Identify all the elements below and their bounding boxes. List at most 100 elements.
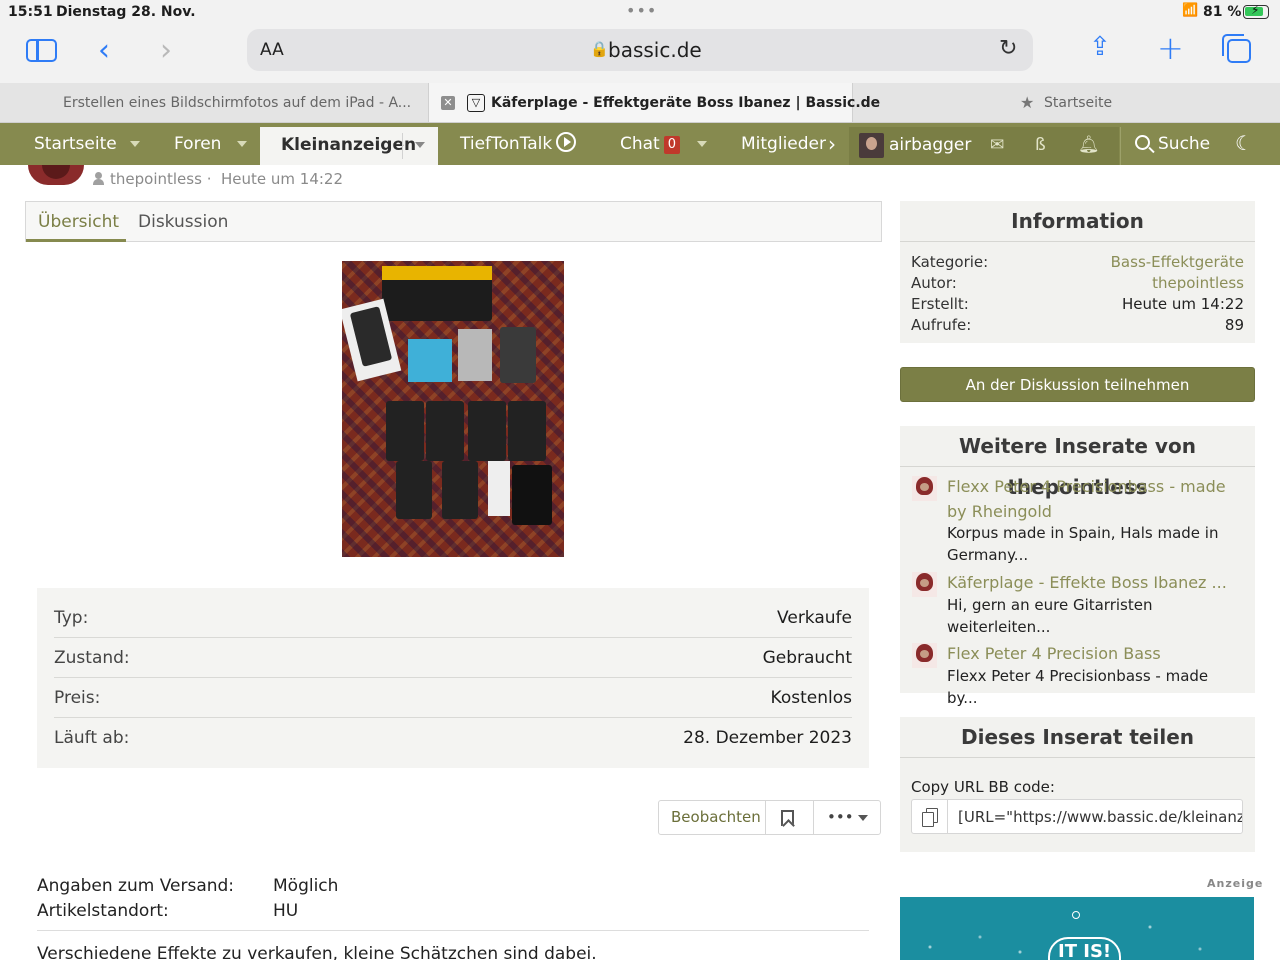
nav-kleinanzeigen-label: Kleinanzeigen (281, 135, 417, 155)
wifi-icon: 📶 (1182, 3, 1199, 18)
battery-percent: 81 % (1203, 4, 1242, 20)
chevron-right-icon[interactable]: › (828, 123, 836, 165)
browser-tab-2-active[interactable]: ✕ ▽ Käferplage - Effektgeräte Boss Ibane… (428, 83, 880, 122)
search-button[interactable]: Suche (1135, 123, 1210, 165)
chevron-down-icon[interactable] (130, 141, 140, 147)
info-key: Autor: (911, 274, 957, 292)
detail-row: Preis: Kostenlos (54, 668, 852, 718)
more-options-button[interactable]: ••• (813, 801, 881, 834)
chevron-down-icon (857, 815, 868, 821)
status-time: 15:51 (8, 4, 53, 20)
detail-value: 28. Dezember 2023 (683, 728, 852, 748)
share-url-value[interactable]: [URL="https://www.bassic.de/kleinanze (958, 808, 1242, 826)
search-icon (1135, 135, 1150, 150)
ornament-icon (1072, 911, 1080, 919)
shipping-row: Angaben zum Versand: Möglich (37, 876, 338, 896)
listing-link[interactable]: Käferplage - Effekte Boss Ibanez ... (947, 570, 1242, 595)
nav-mitglieder[interactable]: Mitglieder (741, 123, 826, 165)
listing-author[interactable]: thepointless (110, 170, 202, 188)
search-label: Suche (1158, 134, 1211, 154)
ellipsis-icon: ••• (827, 808, 854, 826)
tab-diskussion[interactable]: Diskussion (138, 212, 228, 232)
info-value: 89 (1224, 316, 1244, 334)
detail-key: Preis: (54, 688, 101, 708)
multitasking-dots-icon[interactable]: ••• (626, 1, 657, 20)
listing-link[interactable]: Flex Peter 4 Precision Bass (947, 641, 1242, 666)
nav-startseite[interactable]: Startseite (34, 123, 117, 165)
author-link[interactable]: thepointless (1152, 274, 1244, 292)
play-icon (556, 132, 577, 152)
site-nav: Startseite Foren Kleinanzeigen TiefTonTa… (0, 123, 1280, 165)
bassic-b-icon[interactable]: ß (1035, 135, 1046, 155)
tab-uebersicht[interactable]: Übersicht (38, 212, 119, 232)
share-title: Dieses Inserat teilen (900, 717, 1255, 758)
shipping-key: Artikelstandort: (37, 901, 169, 921)
chevron-down-icon[interactable] (415, 142, 425, 148)
back-arrow-icon[interactable]: ‹ (98, 36, 110, 66)
nav-chat-label: Chat (620, 134, 660, 154)
avatar[interactable] (28, 165, 84, 185)
info-row: Erstellt: Heute um 14:22 (911, 295, 1244, 316)
url-host[interactable]: bassic.de (608, 38, 702, 62)
info-key: Kategorie: (911, 253, 989, 271)
listing-link[interactable]: Flexx Peter 4 Precisionbass - made by Rh… (947, 474, 1242, 524)
nav-foren[interactable]: Foren (174, 123, 221, 165)
browser-tab-3[interactable]: ★ Startseite (854, 83, 1280, 122)
ad-text: IT IS! (1048, 937, 1122, 960)
detail-value: Kostenlos (770, 688, 852, 708)
detail-key: Läuft ab: (54, 728, 130, 748)
info-key: Aufrufe: (911, 316, 972, 334)
bell-icon[interactable]: 🔔︎ (1078, 135, 1100, 155)
reload-icon[interactable]: ↻ (999, 36, 1017, 61)
info-row: Autor: thepointless (911, 274, 1244, 295)
user-menu[interactable]: airbagger ✉ ß 🔔︎ (849, 127, 1119, 165)
detail-row: Typ: Verkaufe (54, 588, 852, 638)
close-tab-icon[interactable]: ✕ (441, 96, 455, 110)
copy-icon[interactable] (912, 800, 948, 833)
ad-label: Anzeige (1207, 877, 1264, 890)
nav-kleinanzeigen[interactable]: Kleinanzeigen (260, 127, 438, 165)
category-link[interactable]: Bass-Effektgeräte (1111, 253, 1244, 271)
inbox-icon[interactable]: ✉ (990, 135, 1004, 155)
address-bar[interactable]: AA 🔒 bassic.de ↻ (247, 29, 1033, 71)
bookmark-button[interactable] (765, 801, 813, 834)
tab-overview-icon[interactable] (1222, 34, 1251, 63)
browser-tab-label: Käferplage - Effektgeräte Boss Ibanez | … (491, 95, 881, 111)
user-name[interactable]: airbagger (889, 135, 971, 155)
nav-tieftontalk[interactable]: TiefTonTalk (460, 123, 577, 165)
info-title: Information (900, 201, 1255, 242)
sidebar-toggle-icon[interactable] (26, 39, 57, 62)
listing-snippet: Hi, gern an eure Gitarristen weiterleite… (947, 596, 1153, 636)
shipping-value: Möglich (273, 876, 339, 896)
detail-row: Läuft ab: 28. Dezember 2023 (54, 708, 852, 748)
detail-key: Typ: (54, 608, 89, 628)
browser-tab-1[interactable]: Erstellen eines Bildschirmfotos auf dem … (0, 83, 427, 122)
tab-strip: Erstellen eines Bildschirmfotos auf dem … (0, 83, 1280, 123)
listing-snippet: Korpus made in Spain, Hals made in Germa… (947, 524, 1219, 564)
share-url-field[interactable]: [URL="https://www.bassic.de/kleinanze (911, 799, 1243, 834)
forward-arrow-icon[interactable]: › (160, 36, 172, 66)
chevron-down-icon[interactable] (237, 141, 247, 147)
join-discussion-button[interactable]: An der Diskussion teilnehmen (900, 367, 1255, 402)
reader-aa-button[interactable]: AA (260, 40, 284, 60)
chevron-down-icon[interactable] (697, 141, 707, 147)
lock-icon: 🔒 (590, 40, 609, 58)
info-block: Information Kategorie: Bass-Effektgeräte… (900, 201, 1255, 343)
nav-chat[interactable]: Chat 0 (620, 123, 681, 165)
share-icon[interactable]: ⇪ (1089, 34, 1111, 60)
info-row: Aufrufe: 89 (911, 316, 1244, 337)
ad-banner[interactable]: IT IS! (900, 897, 1254, 960)
status-date: Dienstag 28. Nov. (56, 4, 196, 20)
new-tab-icon[interactable]: + (1157, 32, 1184, 64)
avatar[interactable] (912, 643, 937, 668)
avatar[interactable] (912, 572, 937, 597)
status-bar: 15:51 Dienstag 28. Nov. ••• 📶 81 % ⚡ (0, 0, 1280, 24)
avatar[interactable] (859, 133, 884, 158)
avatar[interactable] (912, 476, 937, 501)
listing-photo[interactable] (342, 261, 564, 557)
moon-icon[interactable]: ☾ (1235, 131, 1253, 155)
listing-time: Heute um 14:22 (221, 170, 344, 188)
detail-key: Zustand: (54, 648, 130, 668)
nav-tieftontalk-label: TiefTonTalk (460, 134, 553, 154)
watch-button[interactable]: Beobachten (671, 801, 761, 834)
